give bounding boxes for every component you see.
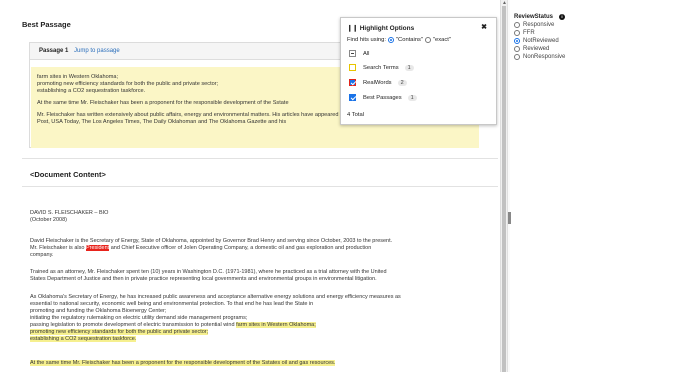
info-icon[interactable]: i [559, 14, 566, 20]
passage-line: farm sites in Western Oklahoma; [37, 74, 119, 80]
passage-paragraph: Post, USA Today, The Los Angeles Times, … [37, 119, 287, 125]
review-status-title: ReviewStatus i [514, 14, 566, 20]
close-icon[interactable]: ✖ [481, 23, 487, 31]
passage-paragraph: At the same time Mr. Fleischaker has bee… [37, 100, 289, 106]
exact-label: "exact" [433, 37, 451, 43]
find-label: Find hits using: [347, 37, 386, 43]
radio-icon[interactable] [514, 46, 520, 52]
doc-line: Mr. Fleischaker is also [30, 245, 86, 251]
doc-line: Trained as an attorney, Mr. Fleischaker … [30, 269, 387, 275]
status-label: Reviewed [523, 46, 550, 52]
doc-paragraph-1: David Fleischaker is the Secretary of En… [30, 238, 490, 259]
passage-line: establishing a CO2 sequestration taskfor… [37, 88, 146, 94]
find-mode-row: Find hits using: "Contains" "exact" [347, 37, 451, 43]
contains-radio[interactable] [388, 37, 394, 43]
option-label: Search Terms [363, 64, 399, 71]
status-option-reviewed[interactable]: Reviewed [514, 46, 565, 52]
option-best-passages[interactable]: Best Passages 1 [349, 94, 417, 101]
popup-title: ❙❙ Highlight Options [347, 24, 414, 32]
search-terms-checkbox[interactable] [349, 64, 356, 71]
best-passages-checkbox[interactable] [349, 94, 356, 101]
doc-paragraph-3: As Oklahoma's Secretary of Energy, he ha… [30, 294, 490, 343]
doc-line: essential to national security, economic… [30, 301, 314, 307]
best-passage-hit: At the same time Mr. Fleischaker has bee… [30, 360, 336, 366]
doc-paragraph-2: Trained as an attorney, Mr. Fleischaker … [30, 269, 490, 283]
divider-line [22, 186, 498, 187]
exact-radio[interactable] [425, 37, 431, 43]
passage-paragraph: Mr. Fleischaker has written extensively … [37, 112, 385, 118]
bio-title: DAVID S. FLEISCHAKER – BIO [30, 210, 109, 216]
splitter-handle-icon[interactable] [508, 212, 511, 224]
doc-line: company. [30, 252, 54, 258]
doc-line: promoting and funding the Oklahoma Bioen… [30, 308, 167, 314]
status-option-responsive[interactable]: Responsive [514, 22, 565, 28]
status-option-ffr[interactable]: FFR [514, 30, 565, 36]
count-badge: 1 [404, 64, 414, 71]
count-badge: 1 [407, 94, 417, 101]
option-label: All [363, 50, 370, 57]
doc-line: passing legislation to promote developme… [30, 322, 237, 328]
best-passage-heading: Best Passage [22, 20, 71, 29]
option-search-terms[interactable]: Search Terms 1 [349, 64, 414, 71]
option-label: Best Passages [363, 94, 402, 101]
passage-label: Passage 1 [39, 48, 69, 54]
highlight-icon: ❙❙ [347, 25, 358, 32]
radio-icon[interactable] [514, 54, 520, 60]
jump-to-passage-link[interactable]: Jump to passage [74, 48, 120, 54]
contains-label: "Contains" [396, 37, 423, 43]
best-passage-hit: establishing a CO2 sequestration taskfor… [30, 336, 137, 342]
total-count: 4 Total [347, 112, 364, 118]
status-label: Responsive [523, 22, 555, 28]
radio-icon[interactable] [514, 22, 520, 28]
popup-title-text: Highlight Options [359, 25, 415, 32]
option-all[interactable]: All [349, 50, 369, 57]
doc-line: David Fleischaker is the Secretary of En… [30, 238, 393, 244]
review-status-label: ReviewStatus [514, 14, 554, 20]
status-option-nonresponsive[interactable]: NonResponsive [514, 54, 565, 60]
bio-date: (October 2008) [30, 217, 67, 223]
count-badge: 2 [397, 79, 407, 86]
status-option-notreviewed[interactable]: NotReviewed [514, 38, 565, 44]
best-passage-hit: promoting new efficiency standards for b… [30, 329, 209, 335]
option-label: RealWords [363, 79, 392, 86]
doc-line: and Chief Executive officer of Jolen Ope… [109, 245, 372, 251]
status-label: NotReviewed [523, 38, 559, 44]
all-checkbox[interactable] [349, 50, 356, 57]
option-realwords[interactable]: RealWords 2 [349, 79, 407, 86]
divider-line [22, 158, 498, 159]
doc-line: As Oklahoma's Secretary of Energy, he ha… [30, 294, 401, 300]
realwords-checkbox[interactable] [349, 79, 356, 86]
realwords-hit: President [85, 245, 110, 251]
radio-icon[interactable] [514, 38, 520, 44]
document-content-heading: <Document Content> [30, 170, 106, 179]
passage-line: promoting new efficiency standards for b… [37, 81, 219, 87]
pane-splitter[interactable] [507, 0, 511, 372]
review-status-panel: ReviewStatus i Responsive FFR NotReviewe… [514, 14, 565, 60]
doc-line: States Department of Justice and then in… [30, 276, 377, 282]
highlight-options-popup: ❙❙ Highlight Options ✖ Find hits using: … [340, 17, 497, 125]
vertical-scrollbar[interactable]: ▲ [500, 0, 507, 372]
doc-paragraph-4: At the same time Mr. Fleischaker has bee… [30, 360, 490, 367]
status-label: NonResponsive [523, 54, 566, 60]
best-passage-hit: farm sites in Western Oklahoma; [236, 322, 316, 328]
bio-title-block: DAVID S. FLEISCHAKER – BIO (October 2008… [30, 210, 490, 224]
radio-icon[interactable] [514, 30, 520, 36]
document-pane: Best Passage Passage 1 Jump to passage f… [0, 0, 500, 372]
status-label: FFR [523, 30, 535, 36]
scrollbar-thumb[interactable] [502, 6, 506, 372]
doc-line: initiating the regulatory rulemaking on … [30, 315, 248, 321]
